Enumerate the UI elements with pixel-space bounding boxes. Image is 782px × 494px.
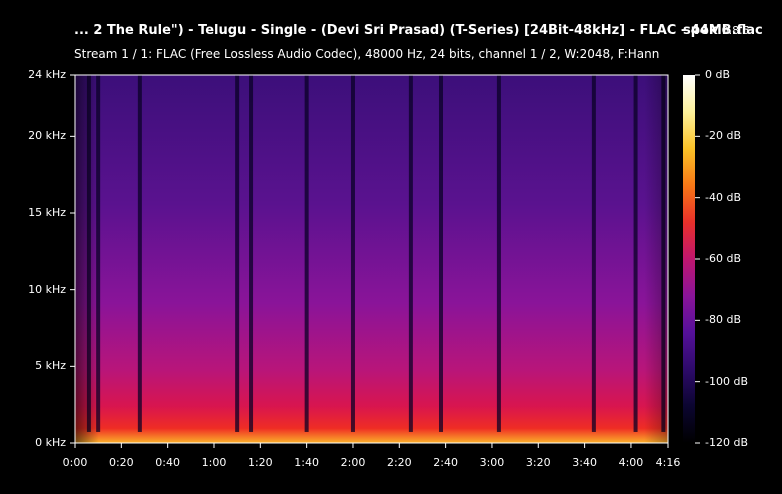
colorbar-tick-label: -80 dB <box>705 313 741 327</box>
frequency-tick-label: 5 kHz <box>35 359 66 373</box>
spectrogram-edge-fade <box>75 75 668 443</box>
time-tick-label: 1:40 <box>294 456 319 469</box>
time-tick-label: 2:00 <box>340 456 366 469</box>
colorbar-tick-label: -100 dB <box>705 374 748 388</box>
time-tick-label: 4:16 <box>655 456 681 469</box>
time-tick-label: 1:00 <box>201 456 227 469</box>
colorbar-tick-label: -40 dB <box>705 190 741 204</box>
time-tick-label: 0:20 <box>108 456 134 469</box>
colorbar-tick-label: 0 dB <box>705 68 731 81</box>
frequency-tick-label: 10 kHz <box>28 282 66 296</box>
colorbar-axis <box>695 74 700 444</box>
colorbar <box>683 75 695 443</box>
colorbar-tick-label: -120 dB <box>705 436 748 449</box>
time-axis <box>74 443 669 448</box>
time-tick-label: 2:20 <box>386 456 412 469</box>
time-tick-label: 0:00 <box>62 456 88 469</box>
time-tick-label: 2:40 <box>433 456 458 469</box>
time-tick-label: 3:40 <box>572 456 597 469</box>
colorbar-tick-label: -20 dB <box>705 129 741 143</box>
frequency-tick-label: 0 kHz <box>35 436 66 449</box>
frequency-tick-label: 15 kHz <box>28 206 66 219</box>
spectrogram-figure <box>70 74 700 448</box>
frequency-axis <box>70 74 75 444</box>
time-tick-label: 0:40 <box>155 456 181 469</box>
time-tick-label: 4:00 <box>618 456 644 469</box>
frequency-tick-label: 24 kHz <box>28 68 66 81</box>
time-tick-label: 3:00 <box>479 456 505 469</box>
colorbar-tick-label: -60 dB <box>705 252 741 265</box>
time-tick-label: 3:20 <box>525 456 551 469</box>
frequency-tick-label: 20 kHz <box>28 129 66 143</box>
time-tick-label: 1:20 <box>247 456 273 469</box>
